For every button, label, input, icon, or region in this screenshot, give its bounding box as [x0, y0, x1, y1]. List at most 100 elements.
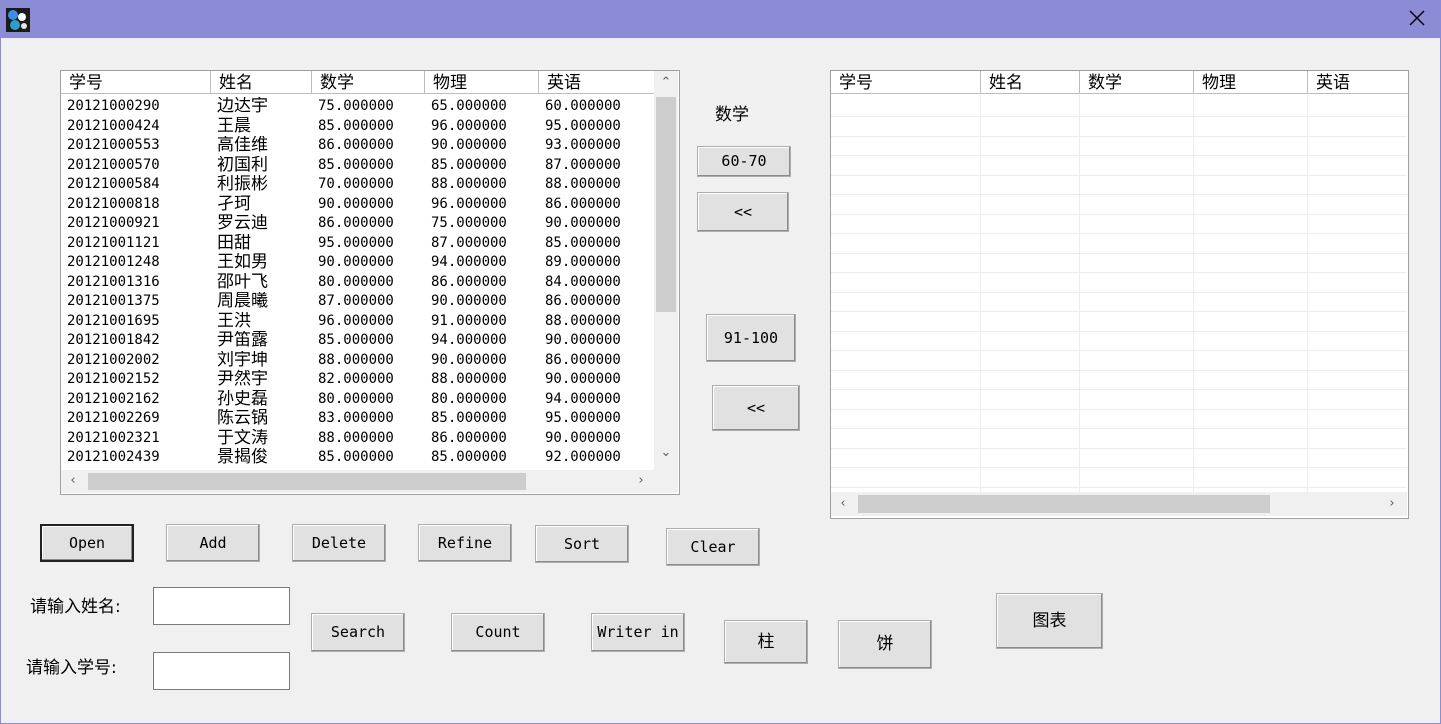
- table-row[interactable]: 20121001375 周晨曦 87.000000 90.000000 86.00000…: [61, 292, 654, 312]
- table-cell: 86.000000: [545, 195, 621, 212]
- chevron-left-icon[interactable]: ‹: [835, 496, 851, 512]
- grid-line: [831, 467, 1407, 468]
- delete-button[interactable]: Delete: [292, 524, 386, 562]
- table-row[interactable]: 20121000290 边达宇 75.000000 65.000000 60.00000…: [61, 97, 654, 117]
- table-cell: 94.000000: [431, 332, 507, 348]
- student-list-left[interactable]: 学号 姓名 数学 物理 英语 20121000290 边达宇 75.000000 65.000…: [60, 70, 680, 495]
- left-header-4[interactable]: 英语: [539, 71, 654, 94]
- table-row[interactable]: 20121001842 尹笛露 85.000000 94.000000 90.00000…: [61, 331, 654, 351]
- chevron-down-icon[interactable]: ⌄: [658, 445, 674, 461]
- table-cell: 85.000000: [431, 410, 507, 426]
- right-header-4[interactable]: 英语: [1308, 71, 1408, 94]
- table-cell: 于文涛: [217, 428, 268, 448]
- table-cell: 景揭俊: [217, 448, 268, 467]
- grid-line: [831, 389, 1407, 390]
- right-header-0[interactable]: 学号: [831, 71, 981, 94]
- right-header-2[interactable]: 数学: [1080, 71, 1194, 94]
- right-header-3[interactable]: 物理: [1194, 71, 1308, 94]
- chevron-right-icon[interactable]: ›: [633, 473, 649, 489]
- grid-line: [831, 194, 1407, 195]
- table-row[interactable]: 20121001695 王洪 96.000000 91.000000 88.000000: [61, 312, 654, 332]
- left-vertical-scrollbar[interactable]: ⌃ ⌄: [654, 71, 678, 471]
- grid-line: [831, 155, 1407, 156]
- left-hscroll-thumb[interactable]: [88, 473, 526, 490]
- move-back-button-2[interactable]: <<: [712, 385, 800, 431]
- table-row[interactable]: 20121002439 景揭俊 85.000000 85.000000 92.00000…: [61, 448, 654, 468]
- chevron-right-icon[interactable]: ›: [1384, 496, 1400, 512]
- range-91-100-button[interactable]: 91-100: [706, 314, 796, 362]
- left-header-2[interactable]: 数学: [312, 71, 425, 94]
- range-60-70-button[interactable]: 60-70: [697, 146, 791, 177]
- table-row[interactable]: 20121001121 田甜 95.000000 87.000000 85.000000: [61, 234, 654, 254]
- table-cell: 94.000000: [431, 254, 507, 270]
- table-row[interactable]: 20121001248 王如男 90.000000 94.000000 89.00000…: [61, 253, 654, 273]
- clear-button[interactable]: Clear: [666, 528, 760, 566]
- table-cell: 85.000000: [318, 156, 394, 173]
- name-input[interactable]: [153, 587, 290, 625]
- table-row[interactable]: 20121000570 初国利 85.000000 85.000000 87.00000…: [61, 156, 654, 176]
- add-button[interactable]: Add: [166, 524, 260, 562]
- table-row[interactable]: 20121002269 陈云锅 83.000000 85.000000 95.00000…: [61, 409, 654, 429]
- table-cell: 王晨: [217, 116, 251, 136]
- table-cell: 83.000000: [318, 410, 394, 426]
- table-cell: 86.000000: [318, 215, 394, 231]
- search-button[interactable]: Search: [311, 613, 405, 652]
- open-button[interactable]: Open: [40, 524, 134, 562]
- table-cell: 85.000000: [431, 156, 507, 173]
- move-back-button[interactable]: <<: [697, 192, 789, 232]
- sort-button[interactable]: Sort: [535, 525, 629, 563]
- table-cell: 91.000000: [431, 312, 507, 329]
- table-cell: 20121001248: [67, 254, 160, 270]
- chevron-left-icon[interactable]: ‹: [65, 473, 81, 489]
- left-header-0[interactable]: 学号: [61, 71, 211, 94]
- grid-line: [831, 116, 1407, 117]
- refine-button[interactable]: Refine: [418, 524, 512, 562]
- table-cell: 87.000000: [545, 156, 621, 173]
- table-cell: 利振彬: [217, 175, 268, 194]
- table-cell: 20121001375: [67, 293, 160, 309]
- bar-chart-button[interactable]: 柱: [724, 620, 808, 664]
- table-row[interactable]: 20121002152 尹然宇 82.000000 88.000000 90.00000…: [61, 370, 654, 390]
- left-vscroll-thumb[interactable]: [656, 97, 676, 312]
- table-cell: 85.000000: [545, 234, 621, 251]
- table-row[interactable]: 20121000553 高佳维 86.000000 90.000000 93.00000…: [61, 136, 654, 156]
- table-row[interactable]: 20121002002 刘宇坤 88.000000 90.000000 86.00000…: [61, 351, 654, 371]
- table-cell: 75.000000: [431, 215, 507, 231]
- chevron-up-icon[interactable]: ⌃: [658, 75, 674, 91]
- table-row[interactable]: 20121000818 孑珂 90.000000 96.000000 86.000000: [61, 195, 654, 215]
- right-header-1[interactable]: 姓名: [981, 71, 1080, 94]
- app-icon: [6, 8, 30, 32]
- left-horizontal-scrollbar[interactable]: ‹ ›: [61, 470, 678, 493]
- writer-in-button[interactable]: Writer in: [591, 613, 685, 652]
- table-cell: 80.000000: [318, 273, 394, 290]
- table-cell: 20121000584: [67, 176, 160, 192]
- table-cell: 86.000000: [545, 293, 621, 309]
- right-hscroll-thumb[interactable]: [858, 495, 1270, 513]
- table-row[interactable]: 20121000921 罗云迪 86.000000 75.000000 90.00000…: [61, 214, 654, 234]
- left-header-1[interactable]: 姓名: [211, 71, 312, 94]
- table-cell: 90.000000: [318, 254, 394, 270]
- table-row[interactable]: 20121000584 利振彬 70.000000 88.000000 88.00000…: [61, 175, 654, 195]
- close-icon[interactable]: [1407, 8, 1427, 28]
- table-cell: 王如男: [217, 253, 268, 272]
- id-input[interactable]: [153, 652, 290, 690]
- pie-chart-button[interactable]: 饼: [838, 620, 932, 669]
- table-cell: 边达宇: [217, 97, 268, 116]
- table-cell: 89.000000: [545, 254, 621, 270]
- table-row[interactable]: 20121000424 王晨 85.000000 96.000000 95.000000: [61, 117, 654, 137]
- table-row[interactable]: 20121002321 于文涛 88.000000 86.000000 90.00000…: [61, 429, 654, 449]
- grid-line: [831, 428, 1407, 429]
- table-cell: 65.000000: [431, 98, 507, 114]
- student-list-right[interactable]: 学号 姓名 数学 物理 英语 ‹ ›: [830, 70, 1409, 519]
- table-cell: 82.000000: [318, 371, 394, 387]
- table-row[interactable]: 20121001316 邵叶飞 80.000000 86.000000 84.00000…: [61, 273, 654, 293]
- table-cell: 尹然宇: [217, 370, 268, 389]
- table-cell: 20121000570: [67, 156, 160, 173]
- left-header-3[interactable]: 物理: [425, 71, 539, 94]
- count-button[interactable]: Count: [451, 613, 545, 652]
- right-horizontal-scrollbar[interactable]: ‹ ›: [831, 492, 1407, 516]
- table-cell: 20121001121: [67, 234, 160, 251]
- chart-button[interactable]: 图表: [996, 593, 1103, 649]
- grid-line: [831, 272, 1407, 273]
- table-row[interactable]: 20121002162 孙史磊 80.000000 80.000000 94.00000…: [61, 390, 654, 410]
